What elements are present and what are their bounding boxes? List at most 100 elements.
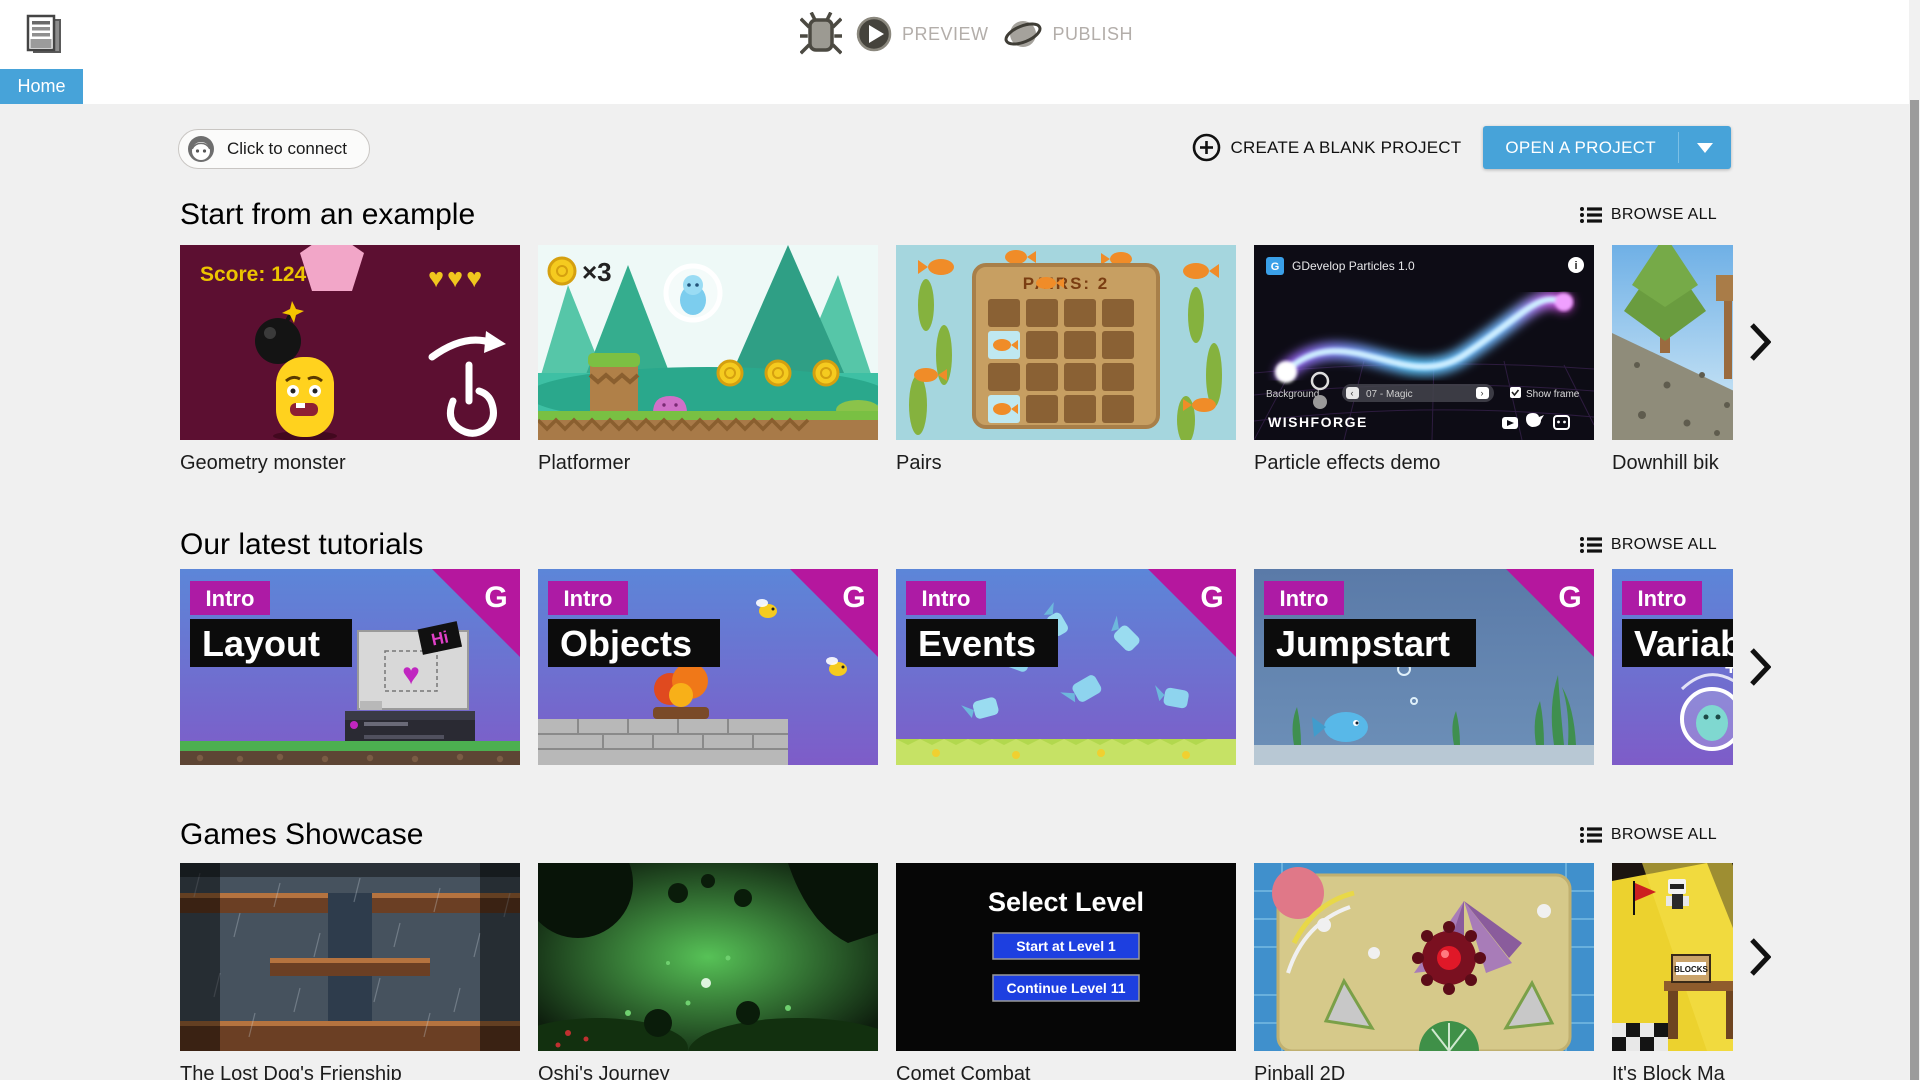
project-manager-icon[interactable] bbox=[22, 12, 66, 58]
open-project-dropdown[interactable] bbox=[1679, 126, 1731, 169]
svg-text:♥: ♥ bbox=[402, 658, 420, 691]
card-caption: The Lost Dog's Frienship bbox=[180, 1063, 402, 1080]
geometry-monster-thumbnail: Score: 124 ♥♥♥ bbox=[180, 245, 520, 440]
showcase-card-pinball[interactable]: Pinball 2D bbox=[1254, 863, 1594, 1080]
showcase-header: Games Showcase BROWSE ALL bbox=[180, 818, 1717, 852]
bug-icon bbox=[800, 12, 842, 55]
card-caption: Platformer bbox=[538, 452, 631, 474]
platformer-thumbnail: ×3 bbox=[538, 245, 878, 440]
card-caption: Particle effects demo bbox=[1254, 452, 1441, 474]
examples-header: Start from an example BROWSE ALL bbox=[180, 198, 1717, 232]
section-title: Start from an example bbox=[180, 198, 476, 231]
showcase-next-button[interactable] bbox=[1740, 934, 1780, 980]
continue-level-button: Continue Level 11 bbox=[1006, 980, 1125, 996]
tutorial-card-variables[interactable]: +1 G Intro Variab bbox=[1612, 569, 1733, 765]
gdevelop-logo: G bbox=[842, 581, 865, 614]
start-level-button: Start at Level 1 bbox=[1016, 938, 1116, 954]
lost-dog-thumbnail bbox=[180, 863, 520, 1051]
coin-counter: ×3 bbox=[582, 257, 612, 287]
tab-bar: Home bbox=[0, 69, 1920, 104]
list-icon bbox=[1579, 207, 1602, 223]
open-project-label: OPEN A PROJECT bbox=[1505, 137, 1656, 157]
chevron-right-icon bbox=[1750, 323, 1771, 361]
tutorial-title: Layout bbox=[202, 623, 320, 664]
blocks-label: BLOCKS bbox=[1674, 965, 1708, 974]
showcase-card-lost-dog[interactable]: The Lost Dog's Frienship bbox=[180, 863, 520, 1080]
particle-selector: 07 - Magic bbox=[1366, 389, 1413, 400]
tab-home[interactable]: Home bbox=[0, 69, 83, 104]
pairs-score: PAIRS: 2 bbox=[1023, 274, 1110, 293]
example-card-platformer[interactable]: ×3 Platformer bbox=[538, 245, 878, 475]
project-actions: CREATE A BLANK PROJECT OPEN A PROJECT bbox=[1192, 126, 1731, 169]
publish-button[interactable]: PUBLISH bbox=[1003, 15, 1134, 53]
card-caption: Oshi's Journey bbox=[538, 1063, 670, 1080]
example-card-pairs[interactable]: PAIRS: 2 Pairs bbox=[896, 245, 1236, 475]
tutorial-card-jumpstart[interactable]: G Intro Jumpstart bbox=[1254, 569, 1594, 765]
background-label: Background bbox=[1266, 389, 1319, 400]
publish-label: PUBLISH bbox=[1052, 23, 1134, 44]
objects-tutorial-thumbnail: G Intro Objects bbox=[538, 569, 878, 765]
planet-icon bbox=[1004, 21, 1041, 47]
card-caption: Downhill bik bbox=[1612, 452, 1719, 474]
variables-tutorial-thumbnail: +1 G Intro Variab bbox=[1612, 569, 1733, 765]
example-card-particles[interactable]: G GDevelop Particles 1.0 i Background ‹ … bbox=[1254, 245, 1594, 475]
browse-all-label: BROWSE ALL bbox=[1610, 826, 1717, 843]
scrollbar-thumb[interactable] bbox=[1910, 100, 1919, 1080]
browse-all-tutorials[interactable]: BROWSE ALL bbox=[1579, 536, 1717, 554]
section-title: Our latest tutorials bbox=[180, 528, 424, 561]
examples-carousel: Score: 124 ♥♥♥ Geometry monster ×3 Platf… bbox=[180, 245, 1733, 485]
list-icon bbox=[1579, 827, 1602, 843]
showcase-card-blockman[interactable]: BLOCKS It's Block Ma bbox=[1612, 863, 1733, 1080]
tutorials-header: Our latest tutorials BROWSE ALL bbox=[180, 528, 1717, 562]
open-project-button[interactable]: OPEN A PROJECT bbox=[1483, 126, 1731, 169]
oshi-thumbnail bbox=[538, 863, 878, 1051]
home-main: Click to connect CREATE A BLANK PROJECT … bbox=[0, 104, 1920, 1080]
layout-tutorial-thumbnail: ♥ Hi G Intro Layout bbox=[180, 569, 520, 765]
score-text: Score: 124 bbox=[200, 263, 307, 286]
stacked-pages-icon bbox=[26, 14, 61, 53]
intro-tag: Intro bbox=[564, 586, 613, 611]
hearts: ♥♥♥ bbox=[428, 263, 485, 293]
browse-all-showcase[interactable]: BROWSE ALL bbox=[1579, 826, 1717, 844]
intro-tag: Intro bbox=[1280, 586, 1329, 611]
page-scrollbar[interactable] bbox=[1909, 0, 1920, 1080]
pinball-thumbnail bbox=[1254, 863, 1594, 1051]
create-blank-project-button[interactable]: CREATE A BLANK PROJECT bbox=[1192, 133, 1462, 162]
gdevelop-logo: G bbox=[1558, 581, 1581, 614]
card-caption: Geometry monster bbox=[180, 452, 346, 474]
tutorial-title: Events bbox=[918, 623, 1036, 664]
events-tutorial-thumbnail: G Intro Events bbox=[896, 569, 1236, 765]
debug-button[interactable] bbox=[800, 12, 842, 56]
tutorial-card-layout[interactable]: ♥ Hi G Intro Layout bbox=[180, 569, 520, 765]
preview-button[interactable]: PREVIEW bbox=[856, 16, 989, 52]
svg-text:‹: ‹ bbox=[1351, 388, 1354, 398]
examples-next-button[interactable] bbox=[1740, 319, 1780, 365]
tutorial-card-objects[interactable]: G Intro Objects bbox=[538, 569, 878, 765]
connect-label: Click to connect bbox=[227, 139, 347, 158]
pairs-thumbnail: PAIRS: 2 bbox=[896, 245, 1236, 440]
section-title: Games Showcase bbox=[180, 818, 424, 851]
browse-all-examples[interactable]: BROWSE ALL bbox=[1579, 206, 1717, 224]
chevron-right-icon bbox=[1750, 648, 1771, 686]
card-caption: Pairs bbox=[896, 452, 942, 474]
run-tools: PREVIEW PUBLISH bbox=[800, 8, 1133, 60]
showcase-card-oshi[interactable]: Oshi's Journey bbox=[538, 863, 878, 1080]
svg-text:i: i bbox=[1574, 260, 1577, 272]
example-card-downhill[interactable]: G Downhill bik bbox=[1612, 245, 1733, 475]
showcase-card-comet[interactable]: Select Level Start at Level 1 Continue L… bbox=[896, 863, 1236, 1080]
play-circle-icon bbox=[856, 16, 892, 52]
intro-tag: Intro bbox=[922, 586, 971, 611]
connect-button[interactable]: Click to connect bbox=[178, 129, 370, 169]
example-card-geometry-monster[interactable]: Score: 124 ♥♥♥ Geometry monster bbox=[180, 245, 520, 475]
show-frame-label: Show frame bbox=[1526, 389, 1580, 400]
jumpstart-tutorial-thumbnail: G Intro Jumpstart bbox=[1254, 569, 1594, 765]
card-caption: Comet Combat bbox=[896, 1063, 1031, 1080]
tutorial-card-events[interactable]: G Intro Events bbox=[896, 569, 1236, 765]
create-blank-label: CREATE A BLANK PROJECT bbox=[1230, 137, 1462, 157]
list-icon bbox=[1579, 537, 1602, 553]
select-level-title: Select Level bbox=[988, 887, 1144, 917]
tutorial-title: Jumpstart bbox=[1276, 623, 1450, 664]
tutorials-next-button[interactable] bbox=[1740, 644, 1780, 690]
card-caption: Pinball 2D bbox=[1254, 1063, 1346, 1080]
card-caption: It's Block Ma bbox=[1612, 1063, 1725, 1080]
